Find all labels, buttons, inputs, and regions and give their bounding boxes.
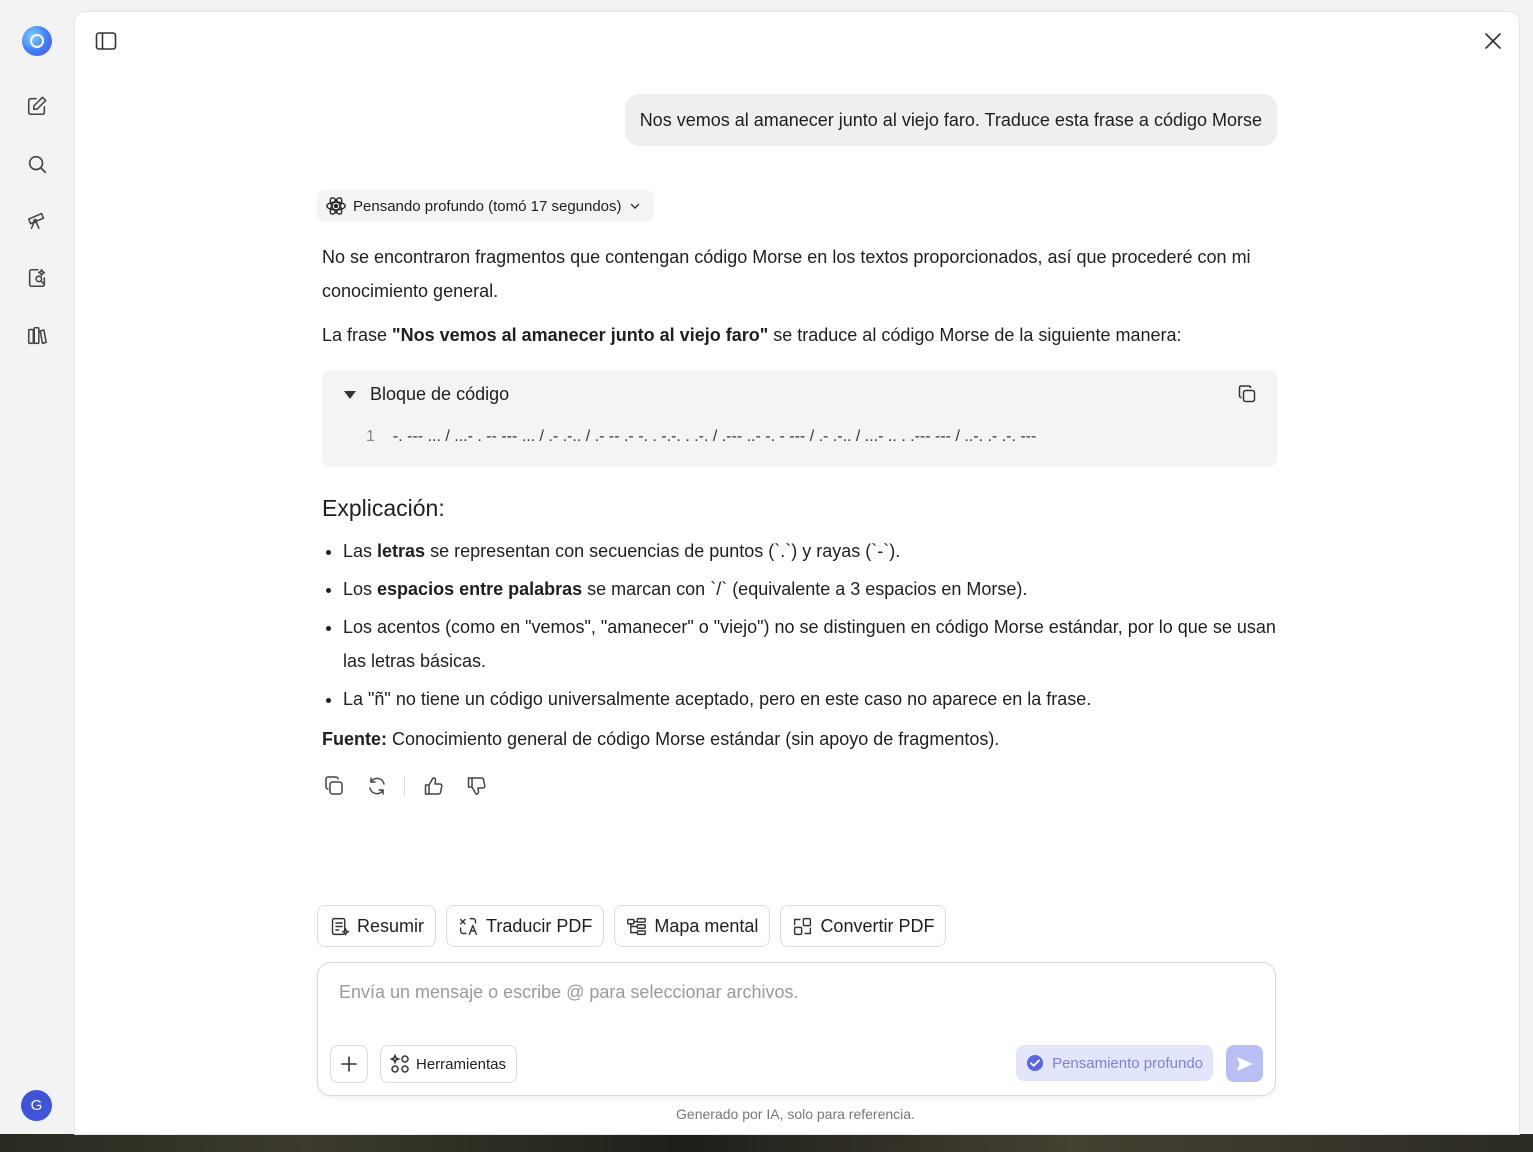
close-icon[interactable] bbox=[1477, 25, 1509, 57]
action-divider bbox=[404, 775, 405, 796]
message-actions bbox=[322, 774, 1277, 797]
intro-paragraph: No se encontraron fragmentos que conteng… bbox=[322, 247, 1251, 301]
thinking-label: Pensando profundo (tomó 17 segundos) bbox=[353, 197, 622, 215]
chat-panel: Nos vemos al amanecer junto al viejo far… bbox=[75, 12, 1519, 1134]
code-block-title: Bloque de código bbox=[370, 384, 510, 404]
thumbs-down-icon[interactable] bbox=[464, 774, 487, 797]
mind-map-button[interactable]: Mapa mental bbox=[614, 905, 771, 947]
message-composer: Herramientas Pensamiento profundo bbox=[317, 962, 1276, 1096]
ai-disclaimer: Generado por IA, solo para referencia. bbox=[676, 1106, 915, 1122]
caret-down-icon bbox=[344, 390, 356, 399]
code-block-toggle[interactable]: Bloque de código bbox=[344, 384, 509, 405]
toggle-sidebar-icon[interactable] bbox=[90, 25, 122, 57]
search-icon[interactable] bbox=[19, 146, 55, 182]
list-item: Los acentos (como en "vemos", "amanecer"… bbox=[343, 610, 1277, 678]
list-item: Los espacios entre palabras se marcan co… bbox=[343, 572, 1277, 606]
phrase-bold: "Nos vemos al amanecer junto al viejo fa… bbox=[392, 325, 769, 345]
new-chat-icon[interactable] bbox=[19, 88, 55, 124]
library-icon[interactable] bbox=[19, 318, 55, 354]
user-message-bubble: Nos vemos al amanecer junto al viejo far… bbox=[624, 94, 1277, 146]
plus-icon bbox=[341, 1056, 357, 1072]
explore-telescope-icon[interactable] bbox=[19, 202, 55, 238]
phrase-suffix: se traduce al código Morse de la siguien… bbox=[768, 325, 1182, 345]
copy-icon[interactable] bbox=[322, 774, 345, 797]
send-button[interactable] bbox=[1226, 1045, 1263, 1082]
assistant-response: Pensando profundo (tomó 17 segundos) No … bbox=[317, 190, 1277, 797]
translate-pdf-label: Traducir PDF bbox=[486, 915, 593, 936]
chevron-down-icon bbox=[630, 203, 639, 209]
list-item: Las letras se representan con secuencias… bbox=[343, 534, 1277, 568]
copy-code-icon[interactable] bbox=[1237, 384, 1259, 406]
thinking-toggle[interactable]: Pensando profundo (tomó 17 segundos) bbox=[317, 190, 654, 222]
user-avatar[interactable]: G bbox=[21, 1090, 52, 1121]
quick-actions: Resumir Traducir PDF Mapa mental Convert… bbox=[317, 905, 947, 947]
tools-button[interactable]: Herramientas bbox=[380, 1045, 518, 1083]
source-line: Fuente: Conocimiento general de código M… bbox=[322, 722, 1277, 756]
attach-button[interactable] bbox=[330, 1045, 368, 1083]
check-circle-icon bbox=[1027, 1055, 1044, 1071]
document-search-icon[interactable] bbox=[19, 260, 55, 296]
tools-icon bbox=[390, 1054, 409, 1073]
deep-thinking-label: Pensamiento profundo bbox=[1052, 1054, 1203, 1072]
code-block: Bloque de código 1 -. --- ... / ...- . --… bbox=[322, 370, 1277, 467]
app-logo[interactable] bbox=[22, 26, 52, 56]
send-icon bbox=[1236, 1056, 1253, 1071]
code-line: 1 -. --- ... / ...- . -- --- ... / .- .-.… bbox=[366, 428, 1036, 446]
source-label: Fuente: bbox=[322, 729, 387, 749]
tools-label: Herramientas bbox=[416, 1055, 507, 1073]
summarize-label: Resumir bbox=[357, 915, 425, 936]
deep-thinking-toggle[interactable]: Pensamiento profundo bbox=[1016, 1045, 1213, 1081]
message-input[interactable] bbox=[337, 981, 1241, 1004]
translate-pdf-button[interactable]: Traducir PDF bbox=[446, 905, 605, 947]
translate-icon bbox=[459, 917, 478, 935]
summarize-button[interactable]: Resumir bbox=[317, 905, 437, 947]
explanation-heading: Explicación: bbox=[322, 495, 445, 521]
phrase-prefix: La frase bbox=[322, 325, 393, 345]
morse-code: -. --- ... / ...- . -- --- ... / .- .-..… bbox=[392, 428, 1037, 445]
thumbs-up-icon[interactable] bbox=[421, 774, 444, 797]
mind-map-label: Mapa mental bbox=[654, 915, 759, 936]
left-sidebar: G bbox=[0, 0, 74, 1134]
line-number: 1 bbox=[366, 428, 375, 445]
summary-icon bbox=[331, 917, 350, 936]
list-item: La "ñ" no tiene un código universalmente… bbox=[343, 682, 1277, 716]
desktop-background bbox=[0, 1134, 1533, 1152]
regenerate-icon[interactable] bbox=[365, 774, 388, 797]
source-text: Conocimiento general de código Morse est… bbox=[387, 729, 1000, 749]
explanation-list: Las letras se representan con secuencias… bbox=[322, 534, 1277, 716]
convert-icon bbox=[794, 917, 812, 935]
phrase-paragraph: La frase "Nos vemos al amanecer junto al… bbox=[322, 318, 1277, 352]
convert-pdf-label: Convertir PDF bbox=[820, 915, 935, 936]
atom-icon bbox=[326, 197, 346, 215]
convert-pdf-button[interactable]: Convertir PDF bbox=[780, 905, 947, 947]
mind-map-icon bbox=[627, 917, 647, 935]
